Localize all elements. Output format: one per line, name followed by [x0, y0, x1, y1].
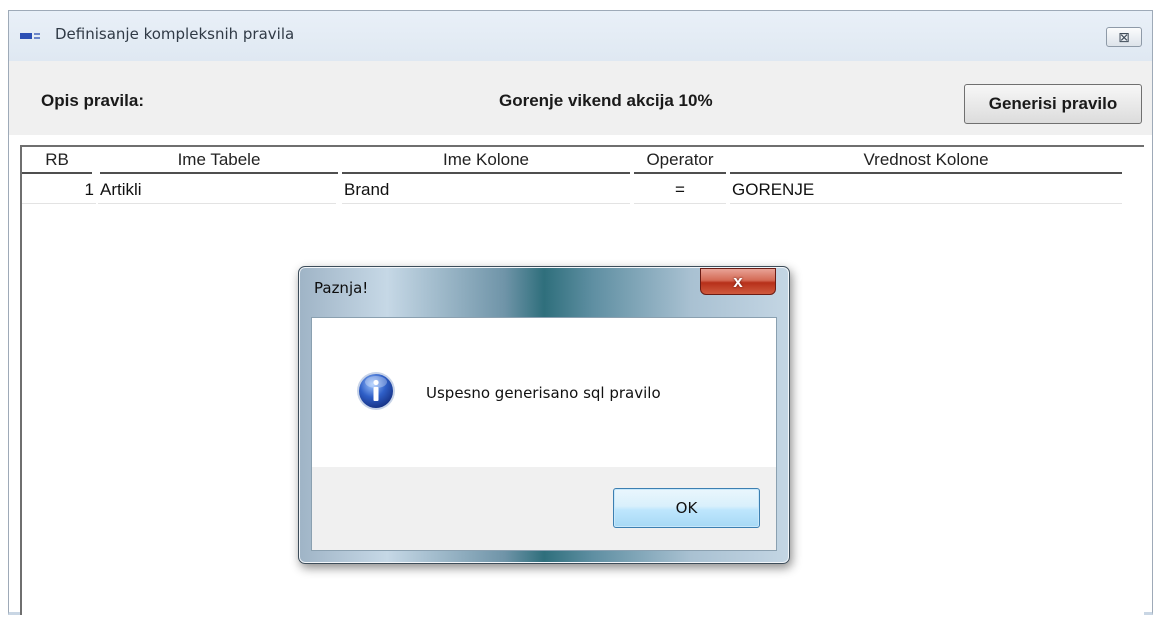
- table-row-cell-ime-kolone[interactable]: Brand: [342, 176, 630, 204]
- table-row-cell-vrednost-kolone[interactable]: GORENJE: [730, 176, 1122, 204]
- rule-toolbar: Opis pravila: Gorenje vikend akcija 10% …: [9, 61, 1152, 135]
- window-title: Definisanje kompleksnih pravila: [55, 25, 295, 43]
- dialog-message: Uspesno generisano sql pravilo: [426, 384, 661, 402]
- table-row-cell-operator[interactable]: =: [634, 176, 726, 204]
- column-header-vrednost-kolone[interactable]: Vrednost Kolone: [730, 147, 1122, 174]
- table-row-cell-ime-tabele[interactable]: Artikli: [98, 176, 336, 204]
- close-icon: ⊠: [1118, 28, 1130, 45]
- dialog-footer: OK: [311, 467, 777, 551]
- dialog-close-button[interactable]: x: [700, 268, 776, 295]
- window-close-button[interactable]: ⊠: [1106, 27, 1142, 47]
- rule-description-value: Gorenje vikend akcija 10%: [499, 91, 713, 110]
- table-row-cell-rb[interactable]: 1: [22, 176, 96, 204]
- column-header-operator[interactable]: Operator: [634, 147, 726, 174]
- opis-pravila-label: Opis pravila:: [41, 91, 144, 110]
- info-icon: [357, 372, 395, 410]
- generate-rule-button[interactable]: Generisi pravilo: [964, 84, 1142, 124]
- message-dialog: Paznja! x Uspesno generisano sql pravilo…: [298, 266, 790, 564]
- dialog-title: Paznja!: [314, 279, 369, 297]
- column-header-ime-kolone[interactable]: Ime Kolone: [342, 147, 630, 174]
- ok-button[interactable]: OK: [613, 488, 760, 528]
- close-icon: x: [733, 271, 743, 291]
- column-header-rb[interactable]: RB: [22, 147, 92, 174]
- dialog-body: Uspesno generisano sql pravilo: [311, 317, 777, 467]
- column-header-ime-tabele[interactable]: Ime Tabele: [100, 147, 338, 174]
- app-icon: [20, 33, 40, 39]
- title-bar: Definisanje kompleksnih pravila ⊠: [9, 11, 1152, 61]
